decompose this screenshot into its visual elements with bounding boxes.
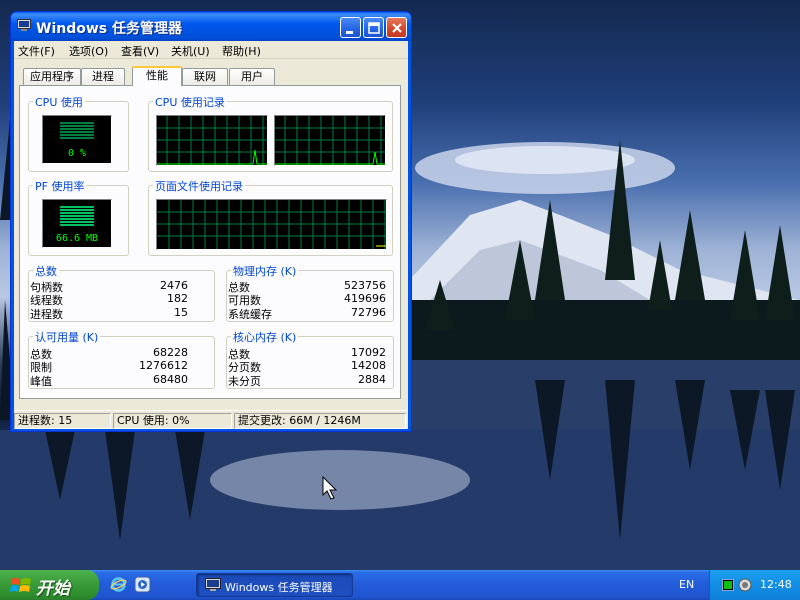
phys-available-value: 419696 xyxy=(344,292,386,305)
phys-cache-row: 系统缓存 72796 xyxy=(228,306,386,321)
kernel-nonpaged-value: 2884 xyxy=(358,373,386,386)
commit-limit-row: 限制 1276612 xyxy=(30,359,188,374)
kernel-memory-label: 核心内存 (K) xyxy=(231,329,299,345)
kernel-total-row: 总数 17092 xyxy=(228,346,386,361)
phys-total-row: 总数 523756 xyxy=(228,279,386,294)
minimize-icon xyxy=(346,31,353,34)
media-player-icon[interactable] xyxy=(134,576,151,593)
maximize-button[interactable] xyxy=(363,17,384,38)
windows-logo-icon xyxy=(10,578,31,592)
status-processes: 进程数: 15 xyxy=(14,413,111,429)
mouse-cursor-icon xyxy=(322,476,338,500)
task-manager-window: Windows 任务管理器 文件(F) 选项(O) 查看(V) 关机(U) 帮助… xyxy=(10,11,412,432)
taskbar: 开始 Windows 任务管理器 EN 12:48 xyxy=(0,570,800,600)
start-button[interactable]: 开始 xyxy=(0,570,99,600)
tab-networking[interactable]: 联网 xyxy=(182,68,228,85)
tray-icon[interactable] xyxy=(722,579,734,591)
kernel-nonpaged-row: 未分页 2884 xyxy=(228,373,386,388)
threads-row: 线程数 182 xyxy=(30,292,188,307)
phys-cache-key: 系统缓存 xyxy=(228,308,272,321)
kernel-paged-row: 分页数 14208 xyxy=(228,359,386,374)
cpu-history-graph-1 xyxy=(156,115,268,166)
totals-label: 总数 xyxy=(33,263,59,279)
cpu-history-graph-2 xyxy=(274,115,386,166)
commit-total-row: 总数 68228 xyxy=(30,346,188,361)
pf-usage-meter: 66.6 MB xyxy=(42,199,112,248)
pf-history-group: 页面文件使用记录 xyxy=(148,178,393,256)
tab-performance[interactable]: 性能 xyxy=(132,66,182,86)
processes-value: 15 xyxy=(174,306,188,319)
start-label: 开始 xyxy=(36,579,70,599)
cpu-history-label: CPU 使用记录 xyxy=(153,94,227,110)
cpu-usage-value: 0 % xyxy=(67,148,87,159)
menu-options[interactable]: 选项(O) xyxy=(69,43,108,59)
task-manager-icon xyxy=(17,19,31,31)
processes-row: 进程数 15 xyxy=(30,306,188,321)
window-client-area: 文件(F) 选项(O) 查看(V) 关机(U) 帮助(H) 应用程序 进程 性能… xyxy=(14,41,408,429)
processes-key: 进程数 xyxy=(30,308,63,321)
phys-available-row: 可用数 419696 xyxy=(228,292,386,307)
taskbar-task-manager-button[interactable]: Windows 任务管理器 xyxy=(196,573,353,597)
menu-bar: 文件(F) 选项(O) 查看(V) 关机(U) 帮助(H) xyxy=(14,41,408,59)
totals-group: 总数 句柄数 2476 线程数 182 进程数 15 xyxy=(28,263,215,322)
commit-charge-label: 认可用量 (K) xyxy=(33,329,101,345)
pf-history-graph xyxy=(156,199,387,250)
close-icon xyxy=(392,23,402,33)
pf-usage-label: PF 使用率 xyxy=(33,178,87,194)
kernel-nonpaged-key: 未分页 xyxy=(228,375,261,388)
cpu-history-group: CPU 使用记录 xyxy=(148,94,393,172)
phys-total-value: 523756 xyxy=(344,279,386,292)
commit-charge-group: 认可用量 (K) 总数 68228 限制 1276612 峰值 68480 xyxy=(28,329,215,389)
pf-usage-value: 66.6 MB xyxy=(55,233,99,244)
maximize-icon xyxy=(368,22,380,34)
commit-peak-value: 68480 xyxy=(153,373,188,386)
commit-peak-row: 峰值 68480 xyxy=(30,373,188,388)
cpu-usage-label: CPU 使用 xyxy=(33,94,85,110)
volume-icon[interactable] xyxy=(738,578,752,592)
task-manager-icon xyxy=(205,578,221,591)
clock: 12:48 xyxy=(760,578,792,591)
tab-processes[interactable]: 进程 xyxy=(81,68,125,85)
threads-value: 182 xyxy=(167,292,188,305)
menu-file[interactable]: 文件(F) xyxy=(18,43,55,59)
tab-users[interactable]: 用户 xyxy=(229,68,275,85)
physical-memory-group: 物理内存 (K) 总数 523756 可用数 419696 系统缓存 72796 xyxy=(226,263,394,322)
ie-icon[interactable] xyxy=(110,576,127,593)
pf-usage-group: PF 使用率 66.6 MB xyxy=(28,178,129,256)
tab-applications[interactable]: 应用程序 xyxy=(23,68,81,85)
kernel-total-value: 17092 xyxy=(351,346,386,359)
kernel-memory-group: 核心内存 (K) 总数 17092 分页数 14208 未分页 2884 xyxy=(226,329,394,389)
handles-value: 2476 xyxy=(160,279,188,292)
performance-panel: CPU 使用 0 % CPU 使用记录 PF 使用率 66.6 MB 页面文件使… xyxy=(19,85,401,399)
tab-strip: 应用程序 进程 性能 联网 用户 xyxy=(20,66,400,86)
kernel-paged-value: 14208 xyxy=(351,359,386,372)
handles-row: 句柄数 2476 xyxy=(30,279,188,294)
close-button[interactable] xyxy=(386,17,407,38)
menu-help[interactable]: 帮助(H) xyxy=(222,43,261,59)
task-label: Windows 任务管理器 xyxy=(225,581,333,594)
menu-view[interactable]: 查看(V) xyxy=(121,43,159,59)
commit-total-value: 68228 xyxy=(153,346,188,359)
window-title: Windows 任务管理器 xyxy=(36,21,182,37)
cpu-usage-group: CPU 使用 0 % xyxy=(28,94,129,172)
phys-cache-value: 72796 xyxy=(351,306,386,319)
cpu-usage-meter: 0 % xyxy=(42,115,112,164)
physical-memory-label: 物理内存 (K) xyxy=(231,263,299,279)
minimize-button[interactable] xyxy=(340,17,361,38)
pf-history-label: 页面文件使用记录 xyxy=(153,178,245,194)
language-indicator[interactable]: EN xyxy=(679,578,694,591)
status-cpu: CPU 使用: 0% xyxy=(113,413,232,429)
status-commit: 提交更改: 66M / 1246M xyxy=(234,413,406,429)
menu-shutdown[interactable]: 关机(U) xyxy=(171,43,210,59)
commit-limit-value: 1276612 xyxy=(139,359,188,372)
title-bar[interactable]: Windows 任务管理器 xyxy=(11,12,411,41)
status-bar: 进程数: 15 CPU 使用: 0% 提交更改: 66M / 1246M xyxy=(14,410,408,429)
system-tray: 12:48 xyxy=(709,570,800,600)
commit-peak-key: 峰值 xyxy=(30,375,52,388)
